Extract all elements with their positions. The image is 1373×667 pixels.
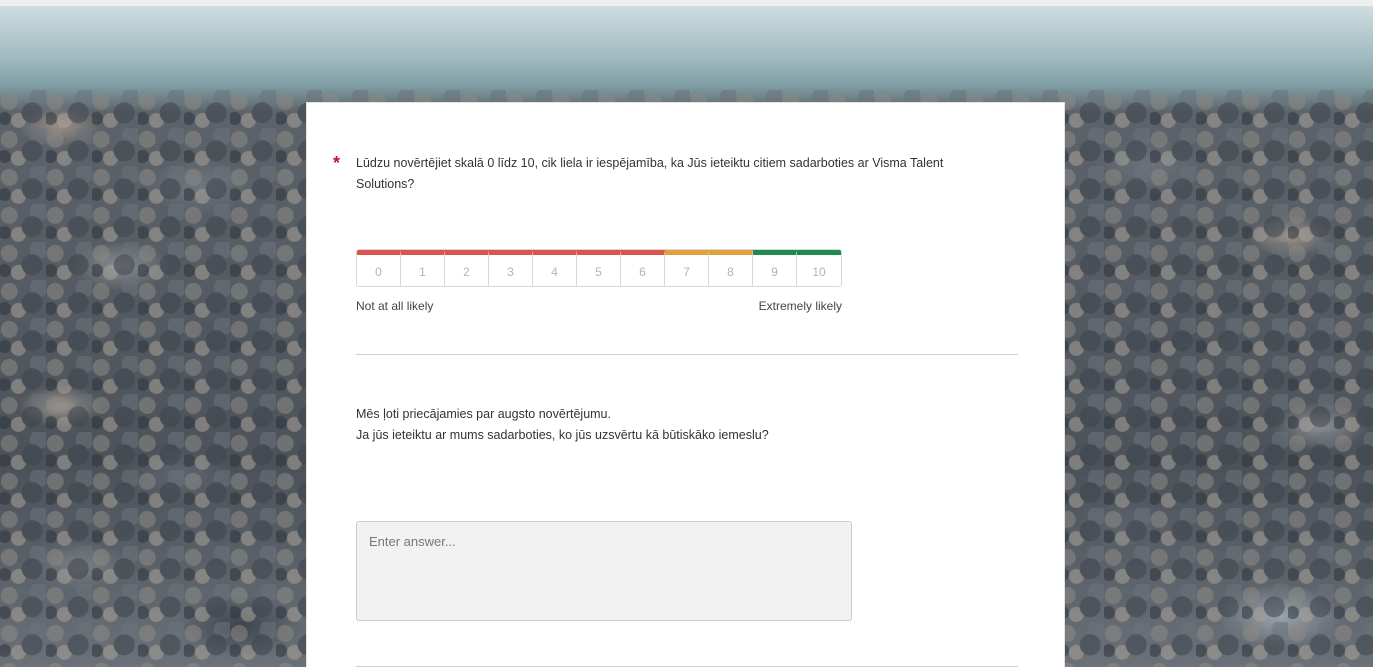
nps-option-0[interactable]: 0	[357, 250, 401, 286]
nps-question-text: Lūdzu novērtējiet skalā 0 līdz 10, cik l…	[356, 156, 944, 191]
survey-card: * Lūdzu novērtējiet skalā 0 līdz 10, cik…	[306, 102, 1065, 667]
scale-label-high: Extremely likely	[758, 299, 842, 313]
nps-option-4[interactable]: 4	[533, 250, 577, 286]
nps-option-8[interactable]: 8	[709, 250, 753, 286]
nps-option-2[interactable]: 2	[445, 250, 489, 286]
answer-input[interactable]	[356, 521, 852, 621]
followup-question: Mēs ļoti priecājamies par augsto novērtē…	[356, 404, 769, 446]
scale-label-low: Not at all likely	[356, 299, 434, 313]
required-marker: *	[333, 153, 341, 173]
survey-page: * Lūdzu novērtējiet skalā 0 līdz 10, cik…	[0, 0, 1373, 667]
nps-option-10[interactable]: 10	[797, 250, 841, 286]
followup-line-1: Mēs ļoti priecājamies par augsto novērtē…	[356, 407, 611, 421]
nps-option-9[interactable]: 9	[753, 250, 797, 286]
nps-scale: 0 1 2 3 4 5 6 7 8 9 10	[356, 249, 842, 287]
section-divider	[356, 354, 1018, 355]
nps-option-6[interactable]: 6	[621, 250, 665, 286]
nps-option-7[interactable]: 7	[665, 250, 709, 286]
nps-option-1[interactable]: 1	[401, 250, 445, 286]
nps-option-3[interactable]: 3	[489, 250, 533, 286]
followup-line-2: Ja jūs ieteiktu ar mums sadarboties, ko …	[356, 428, 769, 442]
nps-option-5[interactable]: 5	[577, 250, 621, 286]
